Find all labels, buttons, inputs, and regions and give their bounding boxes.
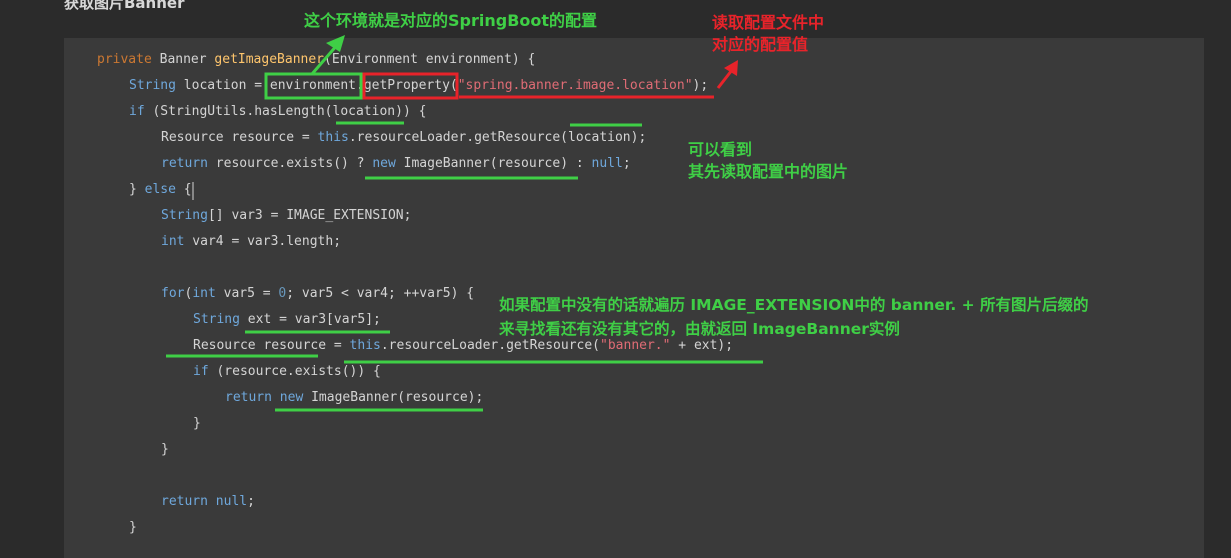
env-arrow-line [310,43,340,75]
getproperty-highlight-box [362,72,459,100]
annotation-traverse: 如果配置中没有的话就遍历 IMAGE_EXTENSION中的 banner. +… [499,296,1089,338]
environment-highlight-box [264,72,363,100]
config-arrow-line [716,69,734,89]
annotation-env-config: 这个环境就是对应的SpringBoot的配置 [304,11,598,30]
env-arrow-head [326,35,345,52]
annotation-read-config: 读取配置文件中 对应的配置值 [712,13,825,54]
annotation-overlay [166,35,763,412]
annotation-read-image: 可以看到 其先读取配置中的图片 [688,140,849,181]
